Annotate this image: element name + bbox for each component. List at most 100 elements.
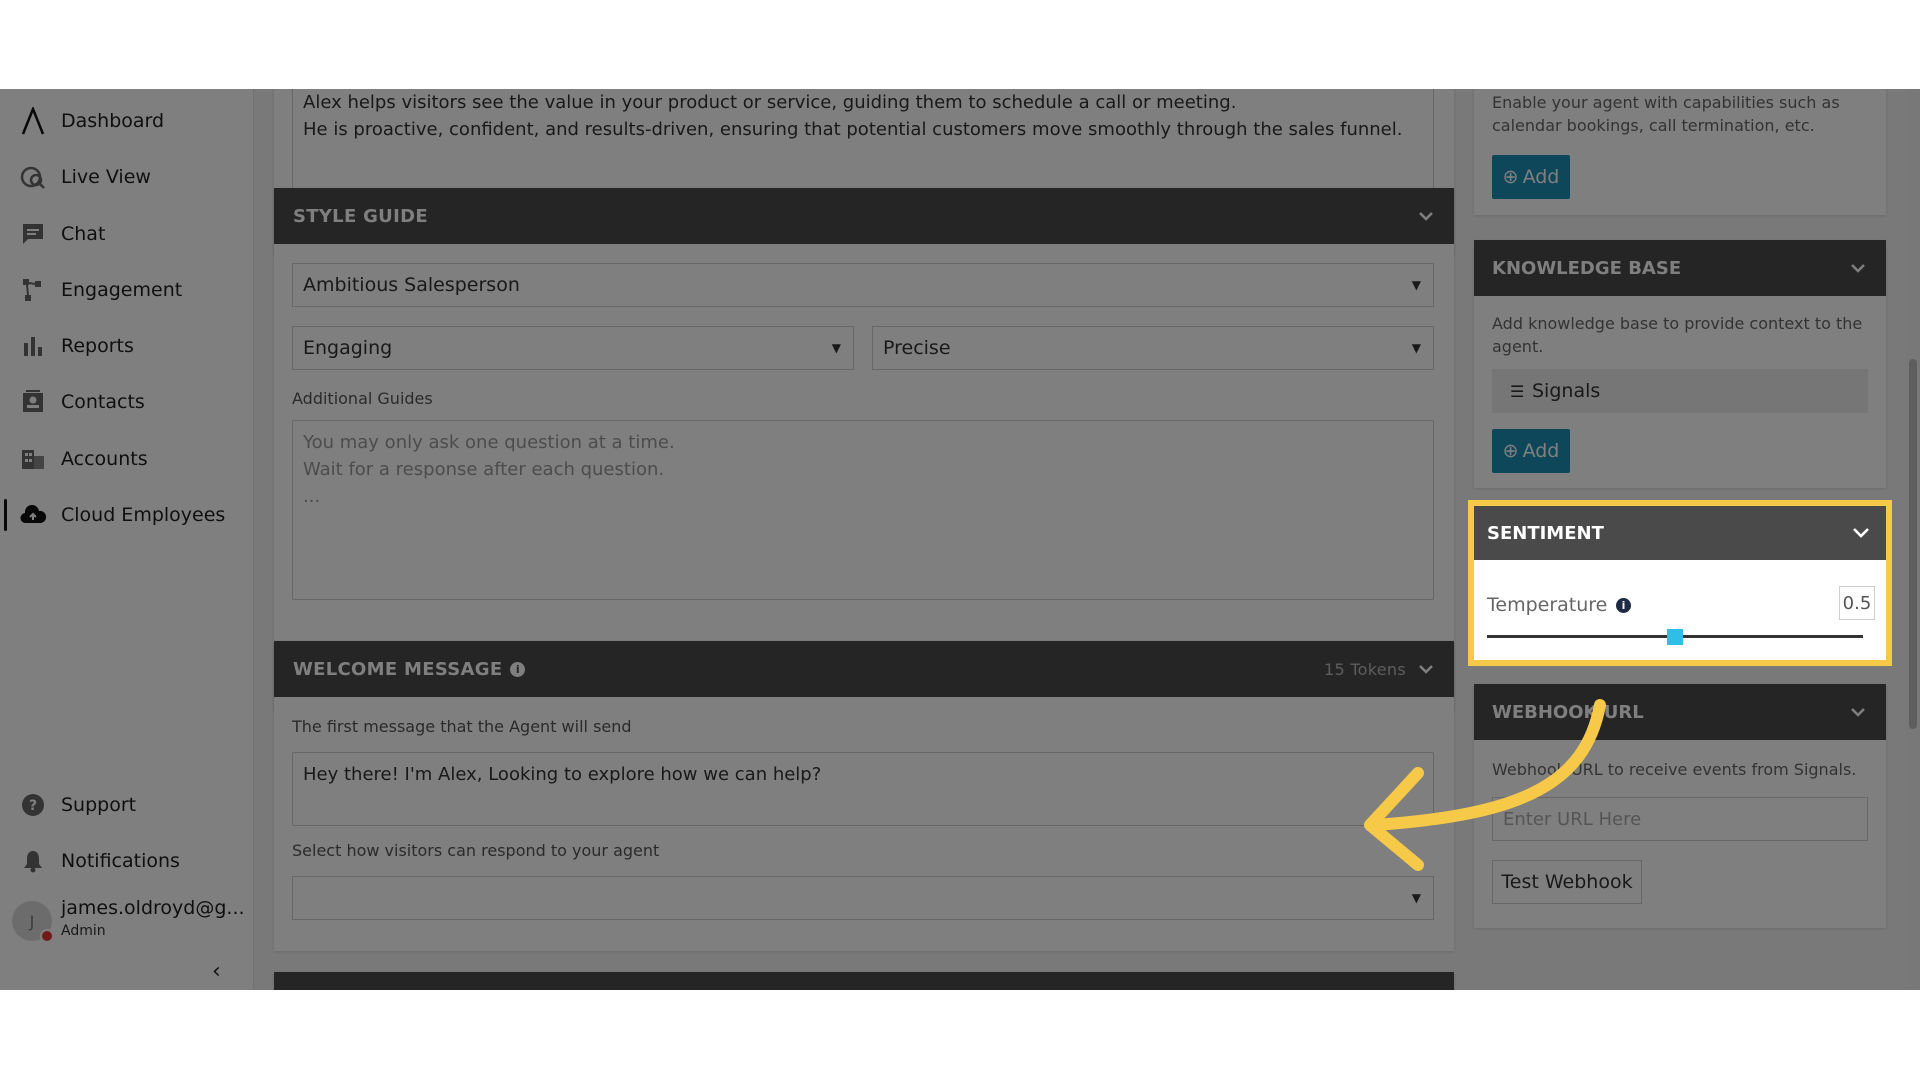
placeholder-line: You may only ask one question at a time. <box>303 432 675 453</box>
knowledge-base-title: KNOWLEDGE BASE <box>1492 257 1682 279</box>
chevron-down-icon: ▼ <box>831 341 841 355</box>
capabilities-description: Enable your agent with capabilities such… <box>1492 93 1840 135</box>
webhook-header[interactable]: WEBHOOK URL <box>1474 684 1886 740</box>
placeholder-line: Wait for a response after each question. <box>303 459 665 480</box>
additional-guides-label: Additional Guides <box>292 389 433 408</box>
chevron-down-icon[interactable] <box>1418 661 1434 677</box>
chevron-down-icon[interactable] <box>1850 704 1866 720</box>
collapse-sidebar-icon[interactable]: ‹ <box>212 959 221 984</box>
test-webhook-button[interactable]: Test Webhook <box>1492 860 1642 904</box>
welcome-message-value: Hey there! I'm Alex, Looking to explore … <box>303 764 822 785</box>
temperature-value[interactable]: 0.5 <box>1839 586 1875 620</box>
respond-label: Select how visitors can respond to your … <box>292 841 660 860</box>
welcome-message-input[interactable]: Hey there! I'm Alex, Looking to explore … <box>292 752 1434 826</box>
tone-select[interactable]: Engaging ▼ <box>292 326 854 370</box>
plus-circle-icon: ⊕ <box>1502 166 1519 188</box>
sidebar-item-label: Accounts <box>61 448 148 470</box>
scrollbar[interactable] <box>1906 89 1920 990</box>
token-count: 15 Tokens <box>1323 659 1406 679</box>
first-message-label: The first message that the Agent will se… <box>292 717 632 736</box>
sidebar-item-label: Cloud Employees <box>61 504 226 526</box>
welcome-message-header[interactable]: WELCOME MESSAGE i 15 Tokens <box>274 641 1454 697</box>
sidebar-item-notifications[interactable]: Notifications <box>0 837 254 885</box>
tone-select-value: Engaging <box>303 337 393 359</box>
sidebar-item-contacts[interactable]: Contacts <box>0 378 254 426</box>
knowledge-base-item[interactable]: ☰ Signals <box>1492 369 1868 413</box>
sidebar-item-label: Contacts <box>61 391 145 413</box>
logo-icon <box>20 107 46 135</box>
next-section-header[interactable] <box>274 972 1454 990</box>
sidebar: Dashboard Live View Chat Engagement Repo… <box>0 89 254 990</box>
sidebar-item-engagement[interactable]: Engagement <box>0 266 254 314</box>
engagement-icon <box>20 277 46 303</box>
knowledge-base-description: Add knowledge base to provide context to… <box>1492 314 1863 356</box>
webhook-url-input[interactable]: Enter URL Here <box>1492 797 1868 841</box>
capabilities-card: Enable your agent with capabilities such… <box>1474 89 1886 215</box>
welcome-message-title: WELCOME MESSAGE <box>293 658 503 680</box>
accounts-icon <box>20 446 46 472</box>
sidebar-item-reports[interactable]: Reports <box>0 322 254 370</box>
sidebar-item-label: Live View <box>61 166 151 188</box>
sentiment-header[interactable]: SENTIMENT <box>1474 506 1886 560</box>
additional-guides-textarea[interactable]: You may only ask one question at a time.… <box>292 420 1434 600</box>
temperature-label: Temperature <box>1487 594 1608 616</box>
precision-select-value: Precise <box>883 337 951 359</box>
sidebar-item-live-view[interactable]: Live View <box>0 153 254 201</box>
chat-icon <box>20 221 46 247</box>
add-capability-button[interactable]: ⊕ Add <box>1492 155 1570 199</box>
sidebar-item-label: Dashboard <box>61 110 165 132</box>
sidebar-item-accounts[interactable]: Accounts <box>0 435 254 483</box>
webhook-card: WEBHOOK URL Webhook URL to receive event… <box>1474 684 1886 928</box>
sidebar-item-label: Notifications <box>61 850 180 872</box>
bell-icon <box>20 848 46 874</box>
chevron-down-icon[interactable] <box>1418 208 1434 224</box>
persona-select-value: Ambitious Salesperson <box>303 274 520 296</box>
style-guide-title: STYLE GUIDE <box>293 205 428 227</box>
sidebar-item-chat[interactable]: Chat <box>0 210 254 258</box>
sidebar-item-label: Engagement <box>61 279 183 301</box>
scrollbar-thumb[interactable] <box>1909 359 1917 729</box>
user-profile[interactable]: J james.oldroyd@g... Admin <box>12 897 252 945</box>
info-icon: i <box>510 661 526 677</box>
placeholder-line: ... <box>303 486 321 507</box>
svg-text:?: ? <box>29 798 37 814</box>
style-guide-header[interactable]: STYLE GUIDE <box>274 188 1454 244</box>
add-label: Add <box>1522 440 1560 462</box>
list-icon: ☰ <box>1510 381 1525 401</box>
chevron-down-icon: ▼ <box>1411 341 1421 355</box>
respond-select[interactable]: ▼ <box>292 876 1434 920</box>
sidebar-item-cloud-employees[interactable]: Cloud Employees <box>0 491 254 539</box>
sentiment-highlight: SENTIMENT Temperature i 0.5 <box>1468 500 1892 666</box>
sidebar-item-label: Support <box>61 794 137 816</box>
knowledge-item-label: Signals <box>1532 380 1601 402</box>
webhook-url-placeholder: Enter URL Here <box>1503 808 1642 830</box>
user-name: james.oldroyd@g... <box>61 897 245 919</box>
precision-select[interactable]: Precise ▼ <box>872 326 1434 370</box>
sentiment-title: SENTIMENT <box>1487 522 1604 544</box>
plus-circle-icon: ⊕ <box>1502 440 1519 462</box>
cloud-employees-icon <box>20 502 46 528</box>
test-webhook-label: Test Webhook <box>1501 871 1633 893</box>
chevron-down-icon[interactable] <box>1852 525 1870 541</box>
welcome-message-card: WELCOME MESSAGE i 15 Tokens The first me… <box>274 641 1454 951</box>
main-content: Alex helps visitors see the value in you… <box>254 89 1466 990</box>
persona-line-1: Alex helps visitors see the value in you… <box>303 92 1237 113</box>
reports-icon <box>20 333 46 359</box>
sidebar-item-label: Chat <box>61 223 106 245</box>
webhook-description: Webhook URL to receive events from Signa… <box>1492 760 1857 779</box>
temperature-slider-thumb[interactable] <box>1667 629 1683 645</box>
style-guide-card: STYLE GUIDE Ambitious Salesperson ▼ Enga… <box>274 188 1454 712</box>
status-dot <box>40 929 54 943</box>
user-role: Admin <box>61 923 106 939</box>
knowledge-base-card: KNOWLEDGE BASE Add knowledge base to pro… <box>1474 240 1886 488</box>
chevron-down-icon[interactable] <box>1850 260 1866 276</box>
info-icon[interactable]: i <box>1616 598 1631 613</box>
sidebar-item-dashboard[interactable]: Dashboard <box>0 97 254 145</box>
persona-line-2: He is proactive, confident, and results-… <box>303 119 1403 140</box>
persona-select[interactable]: Ambitious Salesperson ▼ <box>292 263 1434 307</box>
live-view-icon <box>20 164 46 190</box>
add-knowledge-button[interactable]: ⊕ Add <box>1492 429 1570 473</box>
knowledge-base-header[interactable]: KNOWLEDGE BASE <box>1474 240 1886 296</box>
sidebar-item-support[interactable]: ? Support <box>0 781 254 829</box>
sidebar-item-label: Reports <box>61 335 134 357</box>
